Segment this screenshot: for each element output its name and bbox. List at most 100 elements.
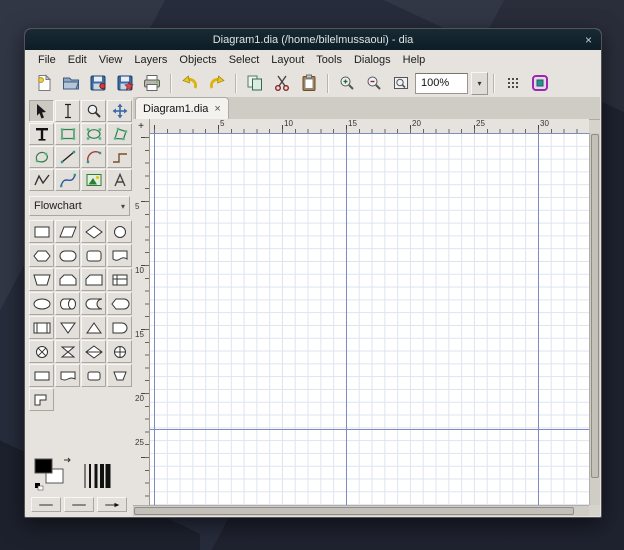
save-diagram-button[interactable]: [85, 70, 111, 96]
tab-diagram1[interactable]: Diagram1.dia ×: [135, 97, 229, 119]
tool-magnify[interactable]: [81, 100, 106, 122]
shape-manual-input[interactable]: [29, 268, 54, 291]
tool-bezierline[interactable]: [55, 169, 80, 191]
tool-scroll[interactable]: [107, 100, 132, 122]
color-and-width-controls: [29, 455, 133, 493]
print-button[interactable]: [139, 70, 165, 96]
shape-oval[interactable]: [29, 292, 54, 315]
menu-file[interactable]: File: [32, 52, 62, 68]
shape-card[interactable]: [81, 268, 106, 291]
menu-dialogs[interactable]: Dialogs: [348, 52, 397, 68]
menu-edit[interactable]: Edit: [62, 52, 93, 68]
undo-button[interactable]: [177, 70, 203, 96]
diagram-canvas[interactable]: [150, 133, 589, 505]
shape-loop-limit[interactable]: [55, 268, 80, 291]
shape-preparation[interactable]: [29, 244, 54, 267]
tool-modify[interactable]: [29, 100, 54, 122]
zoom-level-input[interactable]: 100%: [415, 73, 468, 94]
hruler-label: 25: [476, 119, 485, 128]
tool-polygon[interactable]: [107, 123, 132, 145]
tool-line[interactable]: [55, 146, 80, 168]
window-close-button[interactable]: ×: [585, 29, 592, 50]
menu-layers[interactable]: Layers: [128, 52, 173, 68]
tool-box[interactable]: [55, 123, 80, 145]
shape-process[interactable]: [29, 220, 54, 243]
ruler-origin-button[interactable]: +: [133, 119, 150, 134]
vertical-ruler[interactable]: 5 10 15 20 25: [133, 133, 150, 505]
shape-document[interactable]: [107, 244, 132, 267]
shape-summing-junction[interactable]: [29, 340, 54, 363]
tool-image[interactable]: [81, 169, 106, 191]
new-diagram-button[interactable]: [31, 70, 57, 96]
page-boundary-left: [154, 133, 155, 505]
tabbar: Diagram1.dia ×: [133, 97, 600, 120]
menu-objects[interactable]: Objects: [173, 52, 222, 68]
tool-arc[interactable]: [81, 146, 106, 168]
shape-stored-data[interactable]: [81, 292, 106, 315]
toolbar: 100% ▾: [26, 69, 600, 98]
horizontal-ruler[interactable]: 5 10 15 20 25 30: [150, 119, 589, 134]
zoom-level-dropdown-button[interactable]: ▾: [471, 72, 488, 95]
shape-off-page-connector[interactable]: [29, 388, 54, 411]
line-width-selector[interactable]: [81, 461, 111, 491]
shape-offline-storage[interactable]: [81, 364, 106, 387]
tool-ellipse[interactable]: [81, 123, 106, 145]
shape-magnetic-drum[interactable]: [55, 292, 80, 315]
shape-alternate-process[interactable]: [81, 244, 106, 267]
shape-predefined-process[interactable]: [29, 316, 54, 339]
zoom-fit-button[interactable]: [388, 70, 414, 96]
shape-extract[interactable]: [55, 316, 80, 339]
zoom-fit-icon: [392, 74, 410, 92]
shape-collate[interactable]: [55, 340, 80, 363]
end-arrow-style-button[interactable]: [97, 497, 127, 512]
zoom-out-button[interactable]: [361, 70, 387, 96]
save-icon: [89, 74, 107, 92]
menu-help[interactable]: Help: [397, 52, 432, 68]
menu-select[interactable]: Select: [223, 52, 266, 68]
shape-terminal[interactable]: [55, 244, 80, 267]
sheet-selector[interactable]: Flowchart ▾: [29, 196, 130, 216]
shape-merge[interactable]: [81, 316, 106, 339]
vertical-scrollbar[interactable]: [589, 133, 600, 505]
tool-beziergon[interactable]: [29, 146, 54, 168]
open-diagram-button[interactable]: [58, 70, 84, 96]
tool-text[interactable]: [29, 123, 54, 145]
shape-punched-tape[interactable]: [55, 364, 80, 387]
fg-bg-color-selector[interactable]: [33, 457, 73, 491]
shape-transmittal-tape[interactable]: [29, 364, 54, 387]
shape-display[interactable]: [107, 292, 132, 315]
toggle-snap-button[interactable]: [527, 70, 553, 96]
toggle-grid-button[interactable]: [500, 70, 526, 96]
tool-polyline[interactable]: [29, 169, 54, 191]
menu-view[interactable]: View: [93, 52, 129, 68]
vruler-label: 10: [135, 266, 144, 275]
menu-tools[interactable]: Tools: [310, 52, 348, 68]
shape-parallelogram[interactable]: [55, 220, 80, 243]
shape-delay[interactable]: [107, 316, 132, 339]
cut-button[interactable]: [269, 70, 295, 96]
tools-grid: [29, 100, 133, 191]
tab-close-icon[interactable]: ×: [214, 103, 220, 115]
canvas-region: Diagram1.dia × + 5 10 15 20 25 30 5 10 1…: [133, 97, 600, 516]
horizontal-scrollbar[interactable]: [133, 505, 589, 516]
line-style-button[interactable]: [64, 497, 94, 512]
tool-outline[interactable]: [107, 169, 132, 191]
shape-or[interactable]: [107, 340, 132, 363]
vertical-scrollbar-thumb[interactable]: [591, 134, 599, 478]
menu-layout[interactable]: Layout: [265, 52, 310, 68]
shape-internal-storage[interactable]: [107, 268, 132, 291]
save-as-button[interactable]: [112, 70, 138, 96]
paste-button[interactable]: [296, 70, 322, 96]
shape-connector[interactable]: [107, 220, 132, 243]
tool-zigzagline[interactable]: [107, 146, 132, 168]
horizontal-scrollbar-thumb[interactable]: [134, 507, 574, 515]
shape-sort[interactable]: [81, 340, 106, 363]
tool-edit-text[interactable]: [55, 100, 80, 122]
copy-button[interactable]: [242, 70, 268, 96]
titlebar[interactable]: Diagram1.dia (/home/bilelmussaoui) - dia…: [25, 29, 601, 50]
redo-button[interactable]: [204, 70, 230, 96]
shape-decision[interactable]: [81, 220, 106, 243]
begin-arrow-style-button[interactable]: [31, 497, 61, 512]
zoom-in-button[interactable]: [334, 70, 360, 96]
shape-manual-operation[interactable]: [107, 364, 132, 387]
